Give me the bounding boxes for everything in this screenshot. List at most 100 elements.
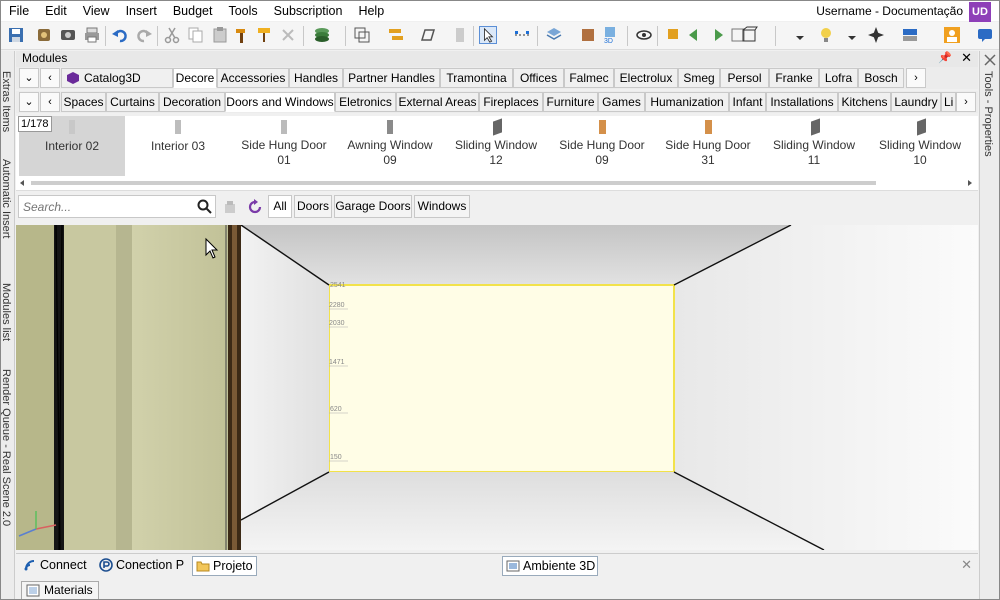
select-pointer-icon[interactable] xyxy=(479,26,497,44)
compass-icon[interactable] xyxy=(867,26,885,44)
tab-projeto[interactable]: Projeto xyxy=(192,556,257,576)
shape-icon[interactable] xyxy=(419,26,437,44)
view-box-icon[interactable] xyxy=(741,26,759,44)
view-3d-icon[interactable]: 3D xyxy=(601,26,619,44)
stack-icon[interactable] xyxy=(545,26,563,44)
menu-tools[interactable]: Tools xyxy=(220,1,265,21)
open-catalog-icon[interactable] xyxy=(35,26,53,44)
catalog-item[interactable]: Side Hung Door 31 xyxy=(655,116,761,176)
search-input[interactable] xyxy=(23,198,193,215)
align-icon[interactable] xyxy=(387,26,405,44)
catalog-prev-button[interactable]: ‹ xyxy=(40,68,60,88)
catalog-item[interactable]: Sliding Window 12 xyxy=(443,116,549,176)
redo-icon[interactable] xyxy=(135,26,153,44)
tab-electrolux[interactable]: Electrolux xyxy=(614,68,678,88)
tab-falmec[interactable]: Falmec xyxy=(564,68,614,88)
items-horizontal-scrollbar[interactable] xyxy=(19,179,973,187)
panel-modules-list[interactable]: Modules list xyxy=(1,283,12,341)
copy-icon[interactable] xyxy=(187,26,205,44)
tab-installations[interactable]: Installations xyxy=(766,92,838,112)
tools-icon[interactable] xyxy=(983,53,997,67)
user-icon[interactable] xyxy=(943,26,961,44)
refresh-icon[interactable] xyxy=(247,199,263,215)
tab-conection-p[interactable]: Conection P xyxy=(96,556,184,576)
eye-icon[interactable] xyxy=(635,26,653,44)
filter-doors[interactable]: Doors xyxy=(294,195,332,218)
tab-franke[interactable]: Franke xyxy=(769,68,819,88)
copy-layout-icon[interactable] xyxy=(353,26,371,44)
panel-extras-items[interactable]: Extras Items xyxy=(1,71,12,132)
tab-tramontina[interactable]: Tramontina xyxy=(440,68,513,88)
category-prev-button[interactable]: ‹ xyxy=(40,92,60,112)
tab-ambiente-3d[interactable]: Ambiente 3D xyxy=(502,556,598,576)
lightbulb-icon[interactable] xyxy=(817,26,835,44)
panel-icon[interactable] xyxy=(451,26,469,44)
panel-render-queue[interactable]: Render Queue - Real Scene 2.0 xyxy=(1,369,12,526)
tab-li[interactable]: Li xyxy=(941,92,956,112)
3d-viewport[interactable]: 2541 2280 2030 1471 620 150 xyxy=(16,225,978,550)
tab-fireplaces[interactable]: Fireplaces xyxy=(479,92,543,112)
menu-help[interactable]: Help xyxy=(350,1,392,21)
paste-icon[interactable] xyxy=(211,26,229,44)
tab-lofra[interactable]: Lofra xyxy=(819,68,858,88)
catalog-item[interactable]: Awning Window 09 xyxy=(337,116,443,176)
tab-materials[interactable]: Materials xyxy=(21,581,99,599)
tab-humanization[interactable]: Humanization xyxy=(645,92,729,112)
tab-catalog3d[interactable]: Catalog3D xyxy=(61,68,173,88)
panel-automatic-insert[interactable]: Automatic Insert xyxy=(1,159,12,238)
close-icon[interactable]: ✕ xyxy=(961,50,972,66)
hammer-icon[interactable] xyxy=(233,26,251,44)
menu-edit[interactable]: Edit xyxy=(37,1,75,21)
menu-insert[interactable]: Insert xyxy=(118,1,165,21)
tab-partner-handles[interactable]: Partner Handles xyxy=(343,68,440,88)
paint-roller-icon[interactable] xyxy=(255,26,273,44)
layout-icon[interactable] xyxy=(901,26,919,44)
menu-file[interactable]: File xyxy=(1,1,37,21)
tab-infant[interactable]: Infant xyxy=(729,92,766,112)
undo-icon[interactable] xyxy=(111,26,129,44)
pin-icon[interactable]: 📌 xyxy=(938,51,952,64)
dropdown-arrow-icon[interactable] xyxy=(791,26,809,44)
cut-icon[interactable] xyxy=(163,26,181,44)
move-left-icon[interactable] xyxy=(687,26,705,44)
catalog-item[interactable]: Side Hung Door 01 xyxy=(231,116,337,176)
catalog-next-button[interactable]: › xyxy=(906,68,926,88)
tab-spaces[interactable]: Spaces xyxy=(61,92,106,112)
tab-bosch[interactable]: Bosch xyxy=(858,68,904,88)
catalog-item[interactable]: Sliding Window 11 xyxy=(761,116,867,176)
measure-icon[interactable] xyxy=(513,26,531,44)
filter-garage-doors[interactable]: Garage Doors xyxy=(334,195,412,218)
render-icon[interactable] xyxy=(59,26,77,44)
delete-icon[interactable] xyxy=(279,26,297,44)
move-right-icon[interactable] xyxy=(707,26,725,44)
layers-dropdown-icon[interactable] xyxy=(313,26,331,44)
tab-handles[interactable]: Handles xyxy=(289,68,343,88)
catalog-item[interactable]: Interior 03 xyxy=(125,116,231,176)
catalog-menu-button[interactable]: ⌄ xyxy=(19,68,39,88)
tab-doors-and-windows[interactable]: Doors and Windows xyxy=(225,92,335,112)
menu-budget[interactable]: Budget xyxy=(165,1,221,21)
username-label[interactable]: Username - Documentação xyxy=(816,4,963,18)
tab-external-areas[interactable]: External Areas xyxy=(396,92,479,112)
dropdown-arrow-icon-2[interactable] xyxy=(843,26,861,44)
door-object[interactable] xyxy=(16,225,241,550)
category-next-button[interactable]: › xyxy=(956,92,976,112)
catalog-item[interactable]: Side Hung Door 09 xyxy=(549,116,655,176)
tab-connect[interactable]: Connect xyxy=(20,556,87,576)
filter-all[interactable]: All xyxy=(268,195,292,218)
tab-kitchens[interactable]: Kitchens xyxy=(838,92,891,112)
back-wall-selected[interactable] xyxy=(328,284,675,473)
tab-games[interactable]: Games xyxy=(598,92,645,112)
tab-curtains[interactable]: Curtains xyxy=(106,92,159,112)
save-icon[interactable] xyxy=(7,26,25,44)
rotate-icon[interactable] xyxy=(665,26,683,44)
tab-smeg[interactable]: Smeg xyxy=(678,68,720,88)
user-avatar[interactable]: UD xyxy=(969,2,991,22)
tab-decore[interactable]: Decore xyxy=(173,68,217,88)
menu-view[interactable]: View xyxy=(75,1,118,21)
texture-icon[interactable] xyxy=(579,26,597,44)
search-icon[interactable] xyxy=(197,199,212,214)
tab-persol[interactable]: Persol xyxy=(720,68,769,88)
category-menu-button[interactable]: ⌄ xyxy=(19,92,39,112)
tab-eletronics[interactable]: Eletronics xyxy=(335,92,396,112)
